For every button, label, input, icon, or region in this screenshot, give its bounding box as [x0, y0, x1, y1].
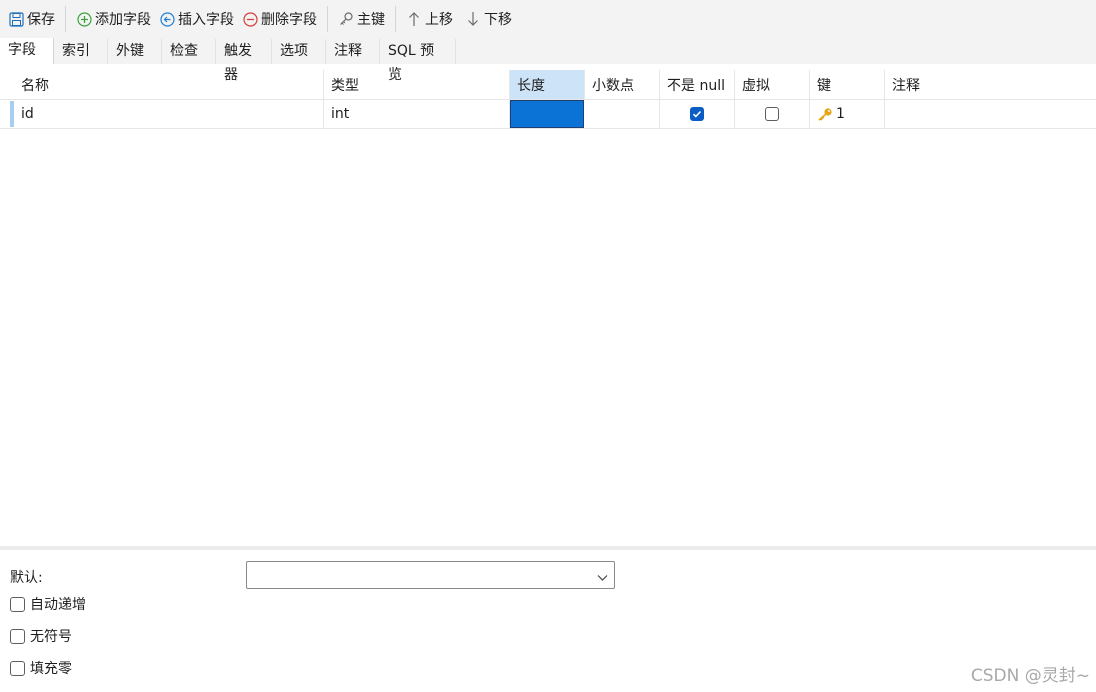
toolbar-separator [395, 6, 396, 32]
toolbar: 保存 添加字段 插入字段 删除字段 主键 上移 下移 [0, 0, 1096, 38]
cell-virtual [735, 100, 810, 128]
move-up-label: 上移 [425, 12, 453, 28]
column-header-comment[interactable]: 注释 [885, 70, 1096, 99]
plus-circle-icon [76, 11, 92, 27]
zerofill-option[interactable]: 填充零 [10, 658, 72, 678]
save-label: 保存 [27, 12, 55, 28]
primary-key-label: 主键 [357, 12, 385, 28]
cell-decimals[interactable] [585, 100, 660, 128]
key-order: 1 [836, 106, 845, 122]
column-header-name[interactable]: 名称 [14, 70, 324, 99]
column-header-not-null[interactable]: 不是 null [660, 70, 735, 99]
add-field-label: 添加字段 [95, 12, 151, 28]
save-button[interactable]: 保存 [4, 5, 59, 33]
auto-increment-checkbox[interactable] [10, 596, 25, 612]
column-header-virtual[interactable]: 虚拟 [735, 70, 810, 99]
column-header-decimals[interactable]: 小数点 [585, 70, 660, 99]
unsigned-checkbox[interactable] [10, 628, 25, 644]
auto-increment-label: 自动递增 [30, 597, 86, 613]
tab-options[interactable]: 选项 [272, 39, 326, 64]
toolbar-separator [65, 6, 66, 32]
cell-not-null [660, 100, 735, 128]
move-up-button[interactable]: 上移 [402, 5, 457, 33]
primary-key-icon [817, 107, 833, 121]
default-label: 默认: [10, 570, 43, 586]
cell-key[interactable]: 1 [810, 100, 885, 128]
tab-bar: 字段 索引 外键 检查 触发器 选项 注释 SQL 预览 [0, 38, 1096, 83]
zerofill-label: 填充零 [30, 661, 72, 677]
column-header-length[interactable]: 长度 [510, 70, 585, 99]
cell-type[interactable]: int [324, 100, 510, 128]
tab-comments[interactable]: 注释 [326, 39, 380, 64]
tab-indexes[interactable]: 索引 [54, 39, 108, 64]
arrow-left-circle-icon [159, 11, 175, 27]
delete-field-label: 删除字段 [261, 12, 317, 28]
unsigned-option[interactable]: 无符号 [10, 626, 72, 646]
add-field-button[interactable]: 添加字段 [72, 5, 155, 33]
watermark: CSDN @灵封~ [970, 666, 1090, 686]
table-row[interactable]: id int 1 [0, 100, 1096, 129]
column-header-key[interactable]: 键 [810, 70, 885, 99]
cell-name[interactable]: id [14, 100, 324, 128]
column-header-type[interactable]: 类型 [324, 70, 510, 99]
delete-field-button[interactable]: 删除字段 [238, 5, 321, 33]
tab-foreign-keys[interactable]: 外键 [108, 39, 162, 64]
field-properties-pane: 默认: 自动递增 无符号 填充零 CSDN @灵封~ [0, 550, 1096, 692]
not-null-checkbox[interactable] [690, 107, 704, 121]
auto-increment-option[interactable]: 自动递增 [10, 594, 86, 614]
grid-header: 名称 类型 长度 小数点 不是 null 虚拟 键 注释 [0, 70, 1096, 100]
default-value-select[interactable] [246, 561, 615, 589]
save-icon [8, 11, 24, 27]
insert-field-label: 插入字段 [178, 12, 234, 28]
toolbar-separator [327, 6, 328, 32]
virtual-checkbox[interactable] [765, 107, 779, 121]
insert-field-button[interactable]: 插入字段 [155, 5, 238, 33]
cell-length[interactable] [510, 100, 584, 128]
arrow-up-icon [406, 11, 422, 27]
fields-grid: 名称 类型 长度 小数点 不是 null 虚拟 键 注释 id int 1 [0, 70, 1096, 129]
tab-checks[interactable]: 检查 [162, 39, 216, 64]
tab-triggers[interactable]: 触发器 [216, 39, 272, 83]
move-down-button[interactable]: 下移 [461, 5, 516, 33]
key-icon [338, 11, 354, 27]
minus-circle-icon [242, 11, 258, 27]
arrow-down-icon [465, 11, 481, 27]
primary-key-button[interactable]: 主键 [334, 5, 389, 33]
cell-comment[interactable] [885, 100, 1096, 128]
zerofill-checkbox[interactable] [10, 660, 25, 676]
tab-fields[interactable]: 字段 [0, 38, 54, 64]
move-down-label: 下移 [484, 12, 512, 28]
unsigned-label: 无符号 [30, 629, 72, 645]
chevron-down-icon [597, 570, 608, 586]
tab-sql-preview[interactable]: SQL 预览 [380, 39, 456, 83]
